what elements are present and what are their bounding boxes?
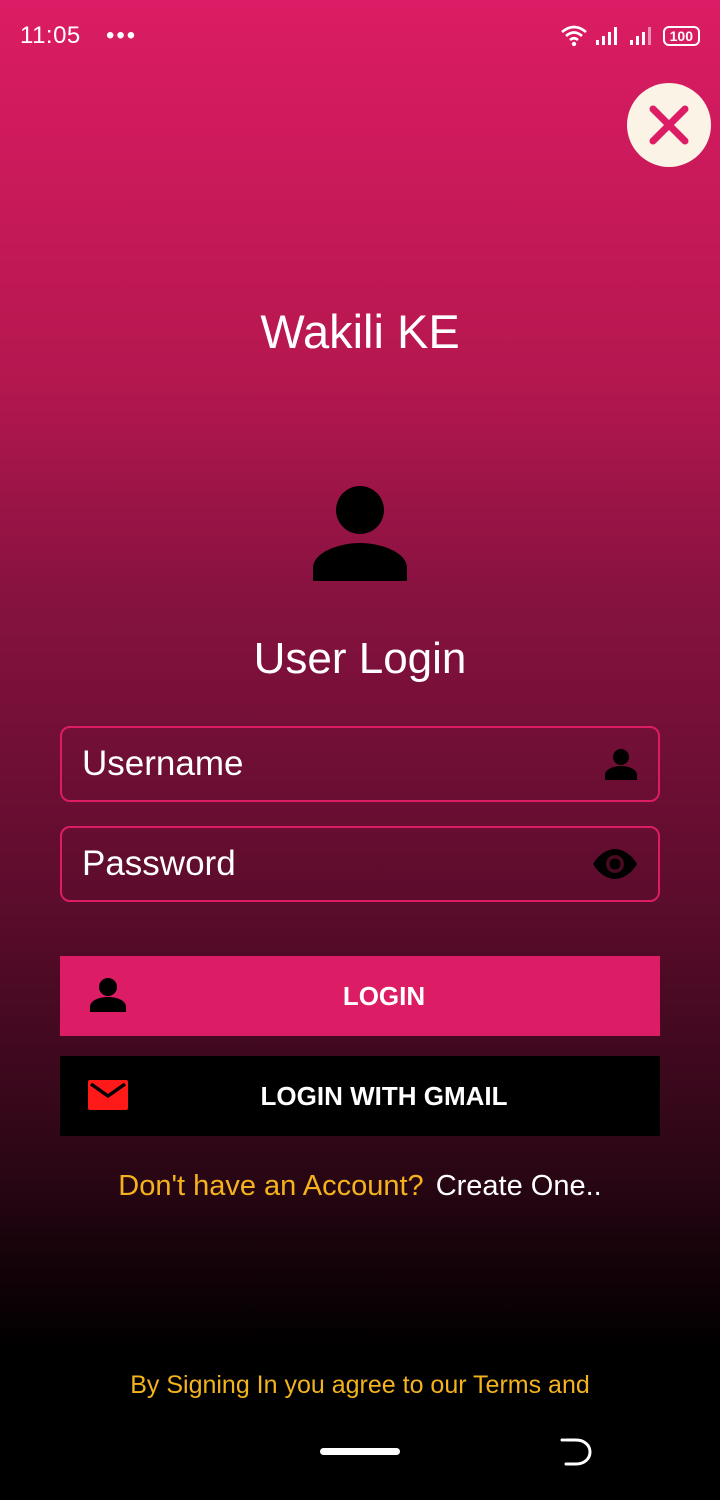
terms-text[interactable]: By Signing In you agree to our Terms and — [0, 1371, 720, 1400]
password-field[interactable] — [60, 826, 660, 902]
login-button-label: LOGIN — [342, 980, 426, 1011]
signup-prompt: Don't have an Account? Create One.. — [0, 1170, 720, 1203]
login-with-gmail-label: LOGIN WITH GMAIL — [260, 1080, 508, 1111]
status-notification-dots: ••• — [106, 22, 138, 49]
login-button[interactable]: LOGIN — [60, 956, 660, 1036]
username-field[interactable] — [60, 726, 660, 802]
login-title: User Login — [253, 634, 467, 683]
user-icon — [313, 486, 407, 581]
person-icon — [90, 978, 126, 1012]
username-input[interactable] — [82, 744, 562, 784]
status-time: 11:05 — [20, 22, 81, 49]
person-icon — [605, 749, 637, 780]
app-title: Wakili KE — [260, 305, 460, 358]
signal-icon — [629, 27, 651, 45]
status-icons: 100 — [560, 24, 700, 48]
battery-indicator: 100 — [662, 26, 700, 46]
create-account-link[interactable]: Create One.. — [436, 1170, 602, 1202]
back-gesture-icon[interactable] — [560, 1436, 592, 1468]
close-button[interactable] — [627, 83, 711, 167]
status-bar: 11:05 ••• 100 — [0, 0, 720, 72]
eye-icon[interactable] — [592, 848, 638, 880]
wifi-icon — [560, 25, 587, 47]
signal-icon — [595, 27, 617, 45]
home-gesture-bar[interactable] — [320, 1448, 400, 1455]
close-icon — [649, 105, 689, 145]
no-account-text: Don't have an Account? — [118, 1170, 424, 1202]
mail-icon — [88, 1080, 128, 1110]
login-with-gmail-button[interactable]: LOGIN WITH GMAIL — [60, 1056, 660, 1136]
password-input[interactable] — [82, 844, 562, 884]
